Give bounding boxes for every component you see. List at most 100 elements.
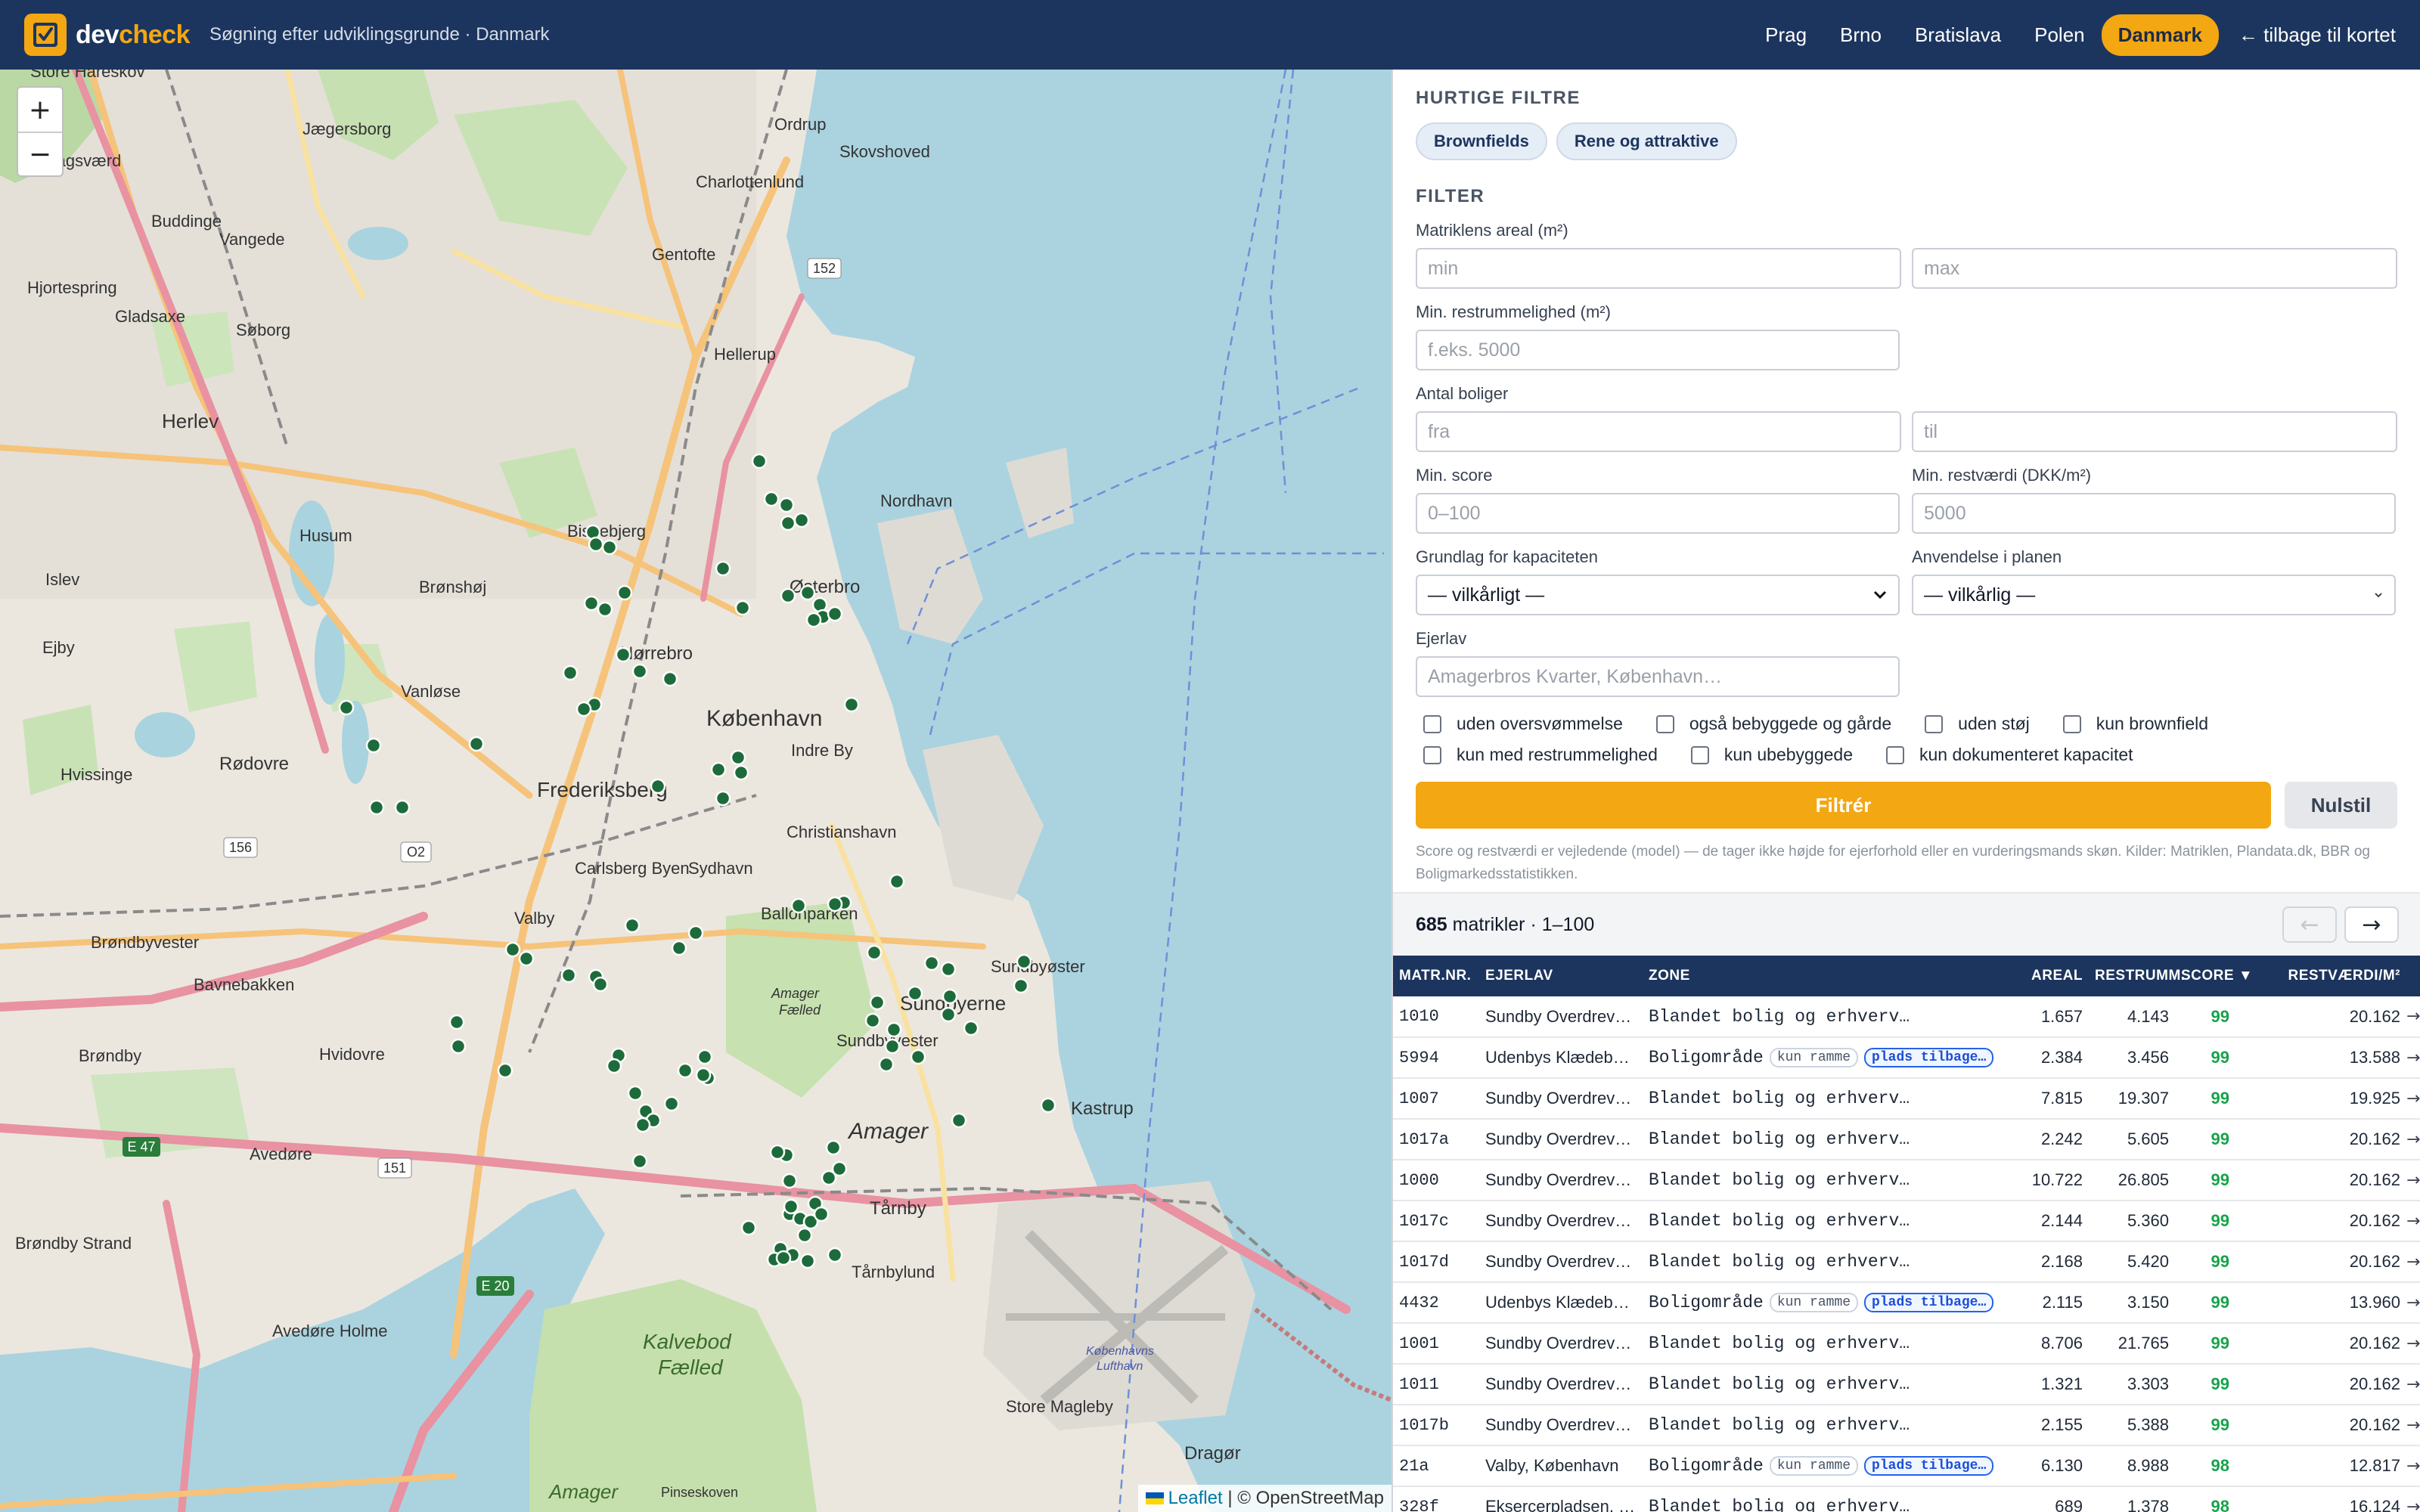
- property-marker[interactable]: [866, 944, 883, 961]
- property-marker[interactable]: [560, 967, 577, 984]
- col-zone[interactable]: ZONE: [1643, 956, 2021, 996]
- row-arrow-icon[interactable]: →: [2406, 1037, 2420, 1079]
- property-marker[interactable]: [825, 1139, 842, 1156]
- checkbox-only-brownfield[interactable]: [2062, 714, 2081, 733]
- property-marker[interactable]: [780, 515, 796, 531]
- property-marker[interactable]: [468, 736, 485, 752]
- property-marker[interactable]: [687, 925, 704, 941]
- row-arrow-icon[interactable]: →: [2406, 1364, 2420, 1405]
- property-marker[interactable]: [775, 1250, 792, 1266]
- value-input[interactable]: 5000: [1912, 493, 2396, 534]
- property-marker[interactable]: [616, 584, 633, 601]
- row-arrow-icon[interactable]: →: [2406, 1078, 2420, 1120]
- table-row[interactable]: 1007 Sundby Overdrev… Blandet bolig og erh…: [1393, 1078, 2420, 1120]
- property-marker[interactable]: [634, 1117, 651, 1133]
- property-marker[interactable]: [886, 1021, 902, 1038]
- property-marker[interactable]: [583, 595, 600, 612]
- units-from-input[interactable]: fra: [1416, 411, 1901, 452]
- property-marker[interactable]: [518, 950, 535, 967]
- nav-brno[interactable]: Brno: [1823, 16, 1898, 54]
- property-marker[interactable]: [624, 917, 641, 934]
- property-marker[interactable]: [923, 955, 940, 971]
- row-arrow-icon[interactable]: →: [2406, 1241, 2420, 1283]
- row-arrow-icon[interactable]: →: [2406, 1323, 2420, 1365]
- table-row[interactable]: 5994 Udenbys Klædeb… Boligområde kun ramme p…: [1393, 1037, 2420, 1079]
- row-arrow-icon[interactable]: →: [2406, 1119, 2420, 1160]
- property-marker[interactable]: [827, 896, 843, 912]
- property-marker[interactable]: [783, 1198, 799, 1215]
- property-marker[interactable]: [843, 696, 860, 713]
- checkbox-no-noise[interactable]: [1925, 714, 1944, 733]
- filter-submit-button[interactable]: Filtrér: [1416, 782, 2271, 829]
- property-marker[interactable]: [740, 1219, 757, 1236]
- table-row[interactable]: 1001 Sundby Overdrev… Blandet bolig og erh…: [1393, 1323, 2420, 1365]
- checkbox-documented-capacity[interactable]: [1886, 745, 1905, 764]
- nav-polen[interactable]: Polen: [2018, 16, 2102, 54]
- area-max-input[interactable]: max: [1912, 248, 2397, 289]
- table-row[interactable]: 1017c Sundby Overdrev… Blandet bolig og er…: [1393, 1201, 2420, 1242]
- property-marker[interactable]: [734, 600, 751, 616]
- row-arrow-icon[interactable]: →: [2406, 1201, 2420, 1242]
- area-min-input[interactable]: min: [1416, 248, 1901, 289]
- property-marker[interactable]: [889, 873, 905, 890]
- property-marker[interactable]: [940, 961, 957, 978]
- property-marker[interactable]: [778, 497, 795, 513]
- property-marker[interactable]: [884, 1038, 901, 1055]
- nav-danmark[interactable]: Danmark: [2101, 14, 2219, 56]
- chip-brownfields[interactable]: Brownfields: [1416, 122, 1547, 160]
- property-marker[interactable]: [793, 512, 810, 528]
- property-marker[interactable]: [751, 453, 768, 469]
- table-row[interactable]: 1017a Sundby Overdrev… Blandet bolig og er…: [1393, 1119, 2420, 1160]
- use-select[interactable]: — vilkårlig —: [1912, 575, 2396, 615]
- table-row[interactable]: 1017b Sundby Overdrev… Blandet bolig og er…: [1393, 1405, 2420, 1446]
- table-row[interactable]: 4432 Udenbys Klædeb… Boligområde kun ramme p…: [1393, 1282, 2420, 1324]
- property-marker[interactable]: [338, 699, 355, 716]
- property-marker[interactable]: [627, 1085, 644, 1101]
- property-marker[interactable]: [940, 1006, 957, 1023]
- col-restvaerdi[interactable]: RESTVÆRDI/M²: [2235, 956, 2406, 996]
- property-marker[interactable]: [796, 1227, 813, 1244]
- property-marker[interactable]: [710, 761, 727, 778]
- property-marker[interactable]: [769, 1144, 786, 1160]
- property-marker[interactable]: [448, 1014, 465, 1030]
- table-row[interactable]: 1010 Sundby Overdrev… Blandet bolig og erh…: [1393, 996, 2420, 1038]
- table-row[interactable]: 328f Eksercerpladsen, … Blandet bolig og e…: [1393, 1486, 2420, 1512]
- property-marker[interactable]: [663, 1095, 680, 1112]
- row-arrow-icon[interactable]: →: [2406, 996, 2420, 1038]
- zoom-in-button[interactable]: +: [18, 88, 62, 132]
- property-marker[interactable]: [733, 764, 749, 781]
- property-marker[interactable]: [942, 988, 958, 1005]
- back-to-map-link[interactable]: ← tilbage til kortet: [2222, 16, 2396, 54]
- property-marker[interactable]: [650, 778, 666, 795]
- property-marker[interactable]: [588, 536, 604, 553]
- checkbox-built-and-yards[interactable]: [1655, 714, 1674, 733]
- property-marker[interactable]: [631, 663, 648, 680]
- table-row[interactable]: 1000 Sundby Overdrev… Blandet bolig og erh…: [1393, 1160, 2420, 1201]
- property-marker[interactable]: [951, 1112, 967, 1129]
- reset-button[interactable]: Nulstil: [2284, 782, 2397, 829]
- chip-clean-attractive[interactable]: Rene og attraktive: [1556, 122, 1737, 160]
- property-marker[interactable]: [715, 560, 731, 577]
- nav-prag[interactable]: Prag: [1748, 16, 1823, 54]
- property-marker[interactable]: [781, 1173, 798, 1189]
- property-marker[interactable]: [963, 1020, 979, 1036]
- property-marker[interactable]: [497, 1062, 513, 1079]
- property-marker[interactable]: [631, 1153, 648, 1170]
- property-marker[interactable]: [1013, 978, 1029, 994]
- property-marker[interactable]: [813, 1206, 830, 1222]
- property-marker[interactable]: [1016, 953, 1032, 970]
- property-marker[interactable]: [805, 612, 822, 628]
- col-matrnr[interactable]: MATR.NR.: [1393, 956, 1479, 996]
- property-marker[interactable]: [827, 1247, 843, 1263]
- basis-select[interactable]: — vilkårligt —: [1416, 575, 1900, 615]
- col-areal[interactable]: AREAL: [2021, 956, 2089, 996]
- property-marker[interactable]: [878, 1056, 895, 1073]
- property-marker[interactable]: [763, 491, 780, 507]
- col-ejerlav[interactable]: EJERLAV: [1479, 956, 1643, 996]
- checkbox-no-flood[interactable]: [1423, 714, 1441, 733]
- property-marker[interactable]: [907, 985, 923, 1002]
- property-marker[interactable]: [606, 1058, 622, 1074]
- table-row[interactable]: 21a Valby, København Boligområde kun ramme p…: [1393, 1445, 2420, 1487]
- map-view[interactable]: Store Hareskov Bagsværd Jægersborg Ordru…: [0, 70, 1392, 1512]
- nav-bratislava[interactable]: Bratislava: [1898, 16, 2018, 54]
